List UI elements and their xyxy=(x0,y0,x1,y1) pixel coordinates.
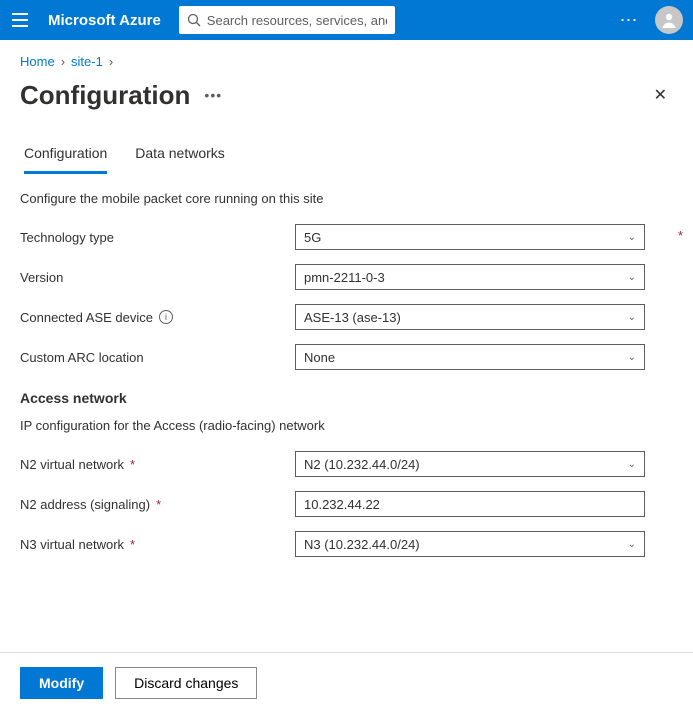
breadcrumb: Home › site-1 › xyxy=(0,40,693,75)
label-n2-address: N2 address (signaling) * xyxy=(20,497,295,512)
row-n3-vnet: N3 virtual network * N3 (10.232.44.0/24)… xyxy=(20,531,673,557)
page-title: Configuration xyxy=(20,80,190,111)
brand-label[interactable]: Microsoft Azure xyxy=(48,12,161,29)
label-text-n3-vnet: N3 virtual network xyxy=(20,537,124,552)
row-custom-arc: Custom ARC location None ⌄ xyxy=(20,344,673,370)
select-custom-arc[interactable]: None ⌄ xyxy=(295,344,645,370)
row-technology-type: Technology type 5G ⌄ * xyxy=(20,224,673,250)
person-icon xyxy=(659,10,679,30)
chevron-down-icon: ⌄ xyxy=(628,272,636,283)
hamburger-menu-icon[interactable] xyxy=(0,0,40,40)
select-n2-vnet[interactable]: N2 (10.232.44.0/24) ⌄ xyxy=(295,451,645,477)
required-indicator: * xyxy=(130,457,135,472)
chevron-down-icon: ⌄ xyxy=(628,312,636,323)
required-indicator: * xyxy=(130,537,135,552)
label-n2-vnet: N2 virtual network * xyxy=(20,457,295,472)
select-connected-ase[interactable]: ASE-13 (ase-13) ⌄ xyxy=(295,304,645,330)
select-technology-type[interactable]: 5G ⌄ xyxy=(295,224,645,250)
label-text-connected-ase: Connected ASE device xyxy=(20,310,153,325)
global-search[interactable] xyxy=(179,6,395,34)
footer: Modify Discard changes xyxy=(0,652,693,713)
value-version: pmn-2211-0-3 xyxy=(304,270,385,285)
row-connected-ase: Connected ASE device i ASE-13 (ase-13) ⌄ xyxy=(20,304,673,330)
label-n3-vnet: N3 virtual network * xyxy=(20,537,295,552)
content: Configure the mobile packet core running… xyxy=(0,175,693,557)
input-n2-address[interactable]: 10.232.44.22 xyxy=(295,491,645,517)
chevron-down-icon: ⌄ xyxy=(628,352,636,363)
search-input[interactable] xyxy=(207,13,387,28)
section-access-network-desc: IP configuration for the Access (radio-f… xyxy=(20,418,673,433)
menu-icon xyxy=(12,13,28,27)
label-technology-type: Technology type xyxy=(20,230,295,245)
discard-changes-button[interactable]: Discard changes xyxy=(115,667,257,699)
info-icon[interactable]: i xyxy=(159,310,173,324)
breadcrumb-home[interactable]: Home xyxy=(20,54,55,69)
value-custom-arc: None xyxy=(304,350,335,365)
section-access-network-heading: Access network xyxy=(20,390,673,406)
required-indicator: * xyxy=(678,228,683,243)
top-more-icon[interactable]: ⋯ xyxy=(611,10,647,31)
chevron-right-icon: › xyxy=(61,54,65,69)
value-n3-vnet: N3 (10.232.44.0/24) xyxy=(304,537,420,552)
tab-configuration[interactable]: Configuration xyxy=(24,145,107,174)
value-technology-type: 5G xyxy=(304,230,321,245)
page-description: Configure the mobile packet core running… xyxy=(20,191,673,206)
row-version: Version pmn-2211-0-3 ⌄ xyxy=(20,264,673,290)
chevron-down-icon: ⌄ xyxy=(628,539,636,550)
chevron-down-icon: ⌄ xyxy=(628,459,636,470)
select-version[interactable]: pmn-2211-0-3 ⌄ xyxy=(295,264,645,290)
label-text-n2-vnet: N2 virtual network xyxy=(20,457,124,472)
row-n2-vnet: N2 virtual network * N2 (10.232.44.0/24)… xyxy=(20,451,673,477)
value-connected-ase: ASE-13 (ase-13) xyxy=(304,310,401,325)
value-n2-address: 10.232.44.22 xyxy=(304,497,380,512)
user-avatar[interactable] xyxy=(655,6,683,34)
label-custom-arc: Custom ARC location xyxy=(20,350,295,365)
topbar: Microsoft Azure ⋯ xyxy=(0,0,693,40)
label-version: Version xyxy=(20,270,295,285)
chevron-down-icon: ⌄ xyxy=(628,232,636,243)
modify-button[interactable]: Modify xyxy=(20,667,103,699)
breadcrumb-site[interactable]: site-1 xyxy=(71,54,103,69)
search-icon xyxy=(187,13,201,27)
chevron-right-icon: › xyxy=(109,54,113,69)
page-header: Configuration ••• ✕ xyxy=(0,75,693,121)
row-n2-address: N2 address (signaling) * 10.232.44.22 xyxy=(20,491,673,517)
tabs: Configuration Data networks xyxy=(0,121,693,175)
close-icon[interactable]: ✕ xyxy=(648,79,673,111)
label-connected-ase: Connected ASE device i xyxy=(20,310,295,325)
tab-data-networks[interactable]: Data networks xyxy=(135,145,224,174)
label-text-n2-address: N2 address (signaling) xyxy=(20,497,150,512)
value-n2-vnet: N2 (10.232.44.0/24) xyxy=(304,457,420,472)
required-indicator: * xyxy=(156,497,161,512)
page-more-icon[interactable]: ••• xyxy=(204,87,222,103)
select-n3-vnet[interactable]: N3 (10.232.44.0/24) ⌄ xyxy=(295,531,645,557)
